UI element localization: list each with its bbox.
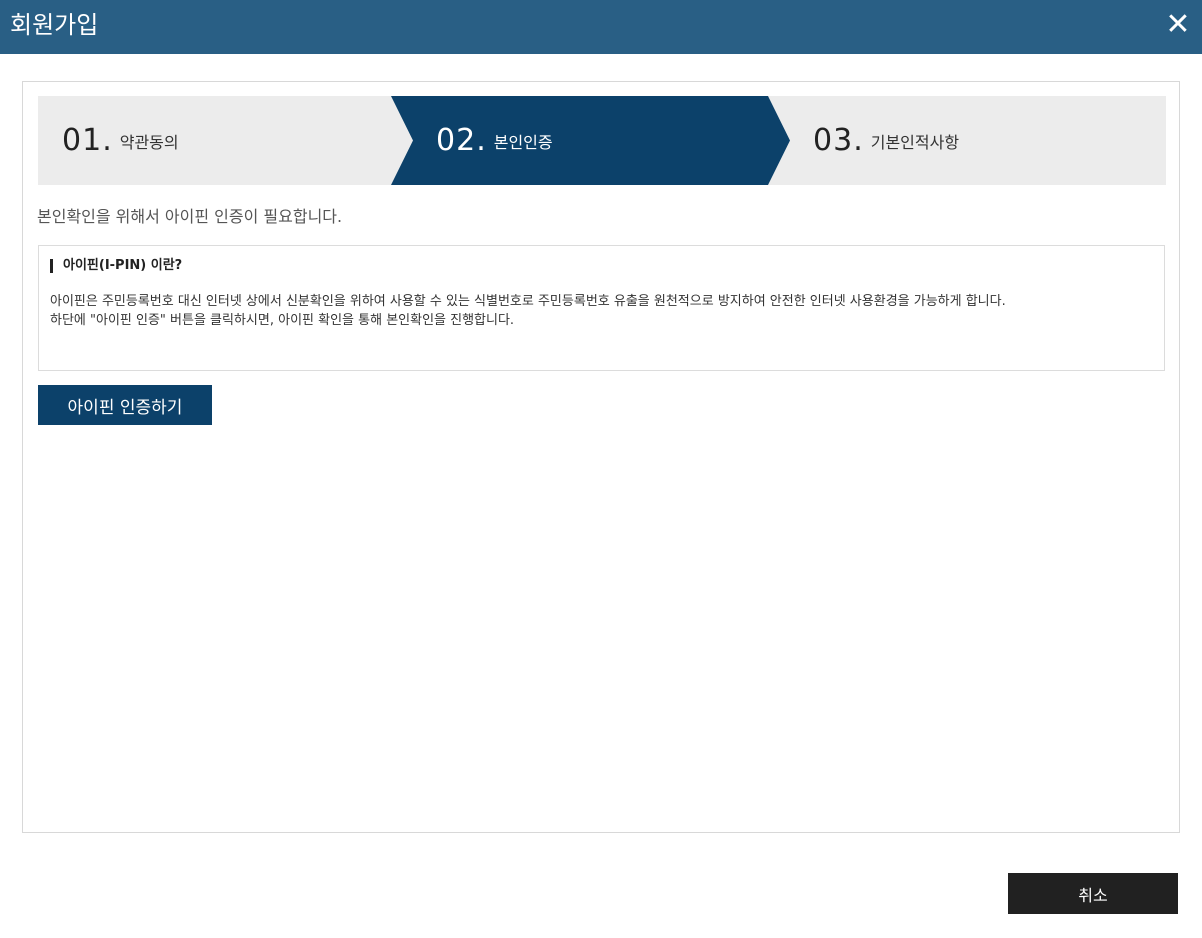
content-panel: 01 . 약관동의 02 . 본인인증 03 . 기본인적사항 본인확인을 위해… bbox=[22, 81, 1180, 833]
step-arrow-shapes bbox=[391, 96, 790, 185]
step-3-number: 03 bbox=[813, 123, 854, 158]
step-1-dot: . bbox=[102, 123, 112, 158]
step-2-label: 본인인증 bbox=[493, 132, 553, 152]
cancel-button[interactable]: 취소 bbox=[1008, 873, 1178, 914]
step-indicator: 01 . 약관동의 02 . 본인인증 03 . 기본인적사항 bbox=[38, 96, 1166, 185]
ipin-auth-button[interactable]: 아이핀 인증하기 bbox=[38, 385, 212, 425]
step-3-dot: . bbox=[853, 123, 863, 158]
window-title: 회원가입 bbox=[10, 11, 99, 39]
step-2: 02 . 본인인증 bbox=[436, 96, 553, 185]
step-1-label: 약관동의 bbox=[119, 132, 179, 152]
step-2-dot: . bbox=[476, 123, 486, 158]
ipin-info-body: 아이핀은 주민등록번호 대신 인터넷 상에서 신분확인을 위하여 사용할 수 있… bbox=[50, 292, 1155, 330]
step-1: 01 . 약관동의 bbox=[62, 96, 179, 185]
ipin-info-heading: 아이핀(I-PIN) 이란? bbox=[50, 259, 182, 273]
step-2-number: 02 bbox=[436, 123, 477, 158]
close-icon[interactable]: ✕ bbox=[1160, 7, 1196, 43]
step-1-number: 01 bbox=[62, 123, 103, 158]
ipin-info-paragraph-2: 하단에 "아이핀 인증" 버튼을 클릭하시면, 아이핀 확인을 통해 본인확인을… bbox=[50, 313, 515, 328]
auth-description: 본인확인을 위해서 아이핀 인증이 필요합니다. bbox=[37, 207, 343, 226]
step-3-label: 기본인적사항 bbox=[870, 132, 960, 152]
title-bar: 회원가입 ✕ bbox=[0, 0, 1202, 54]
ipin-info-paragraph-1: 아이핀은 주민등록번호 대신 인터넷 상에서 신분확인을 위하여 사용할 수 있… bbox=[50, 294, 1006, 309]
step-3: 03 . 기본인적사항 bbox=[813, 96, 959, 185]
ipin-info-box: 아이핀(I-PIN) 이란? 아이핀은 주민등록번호 대신 인터넷 상에서 신분… bbox=[38, 245, 1165, 371]
